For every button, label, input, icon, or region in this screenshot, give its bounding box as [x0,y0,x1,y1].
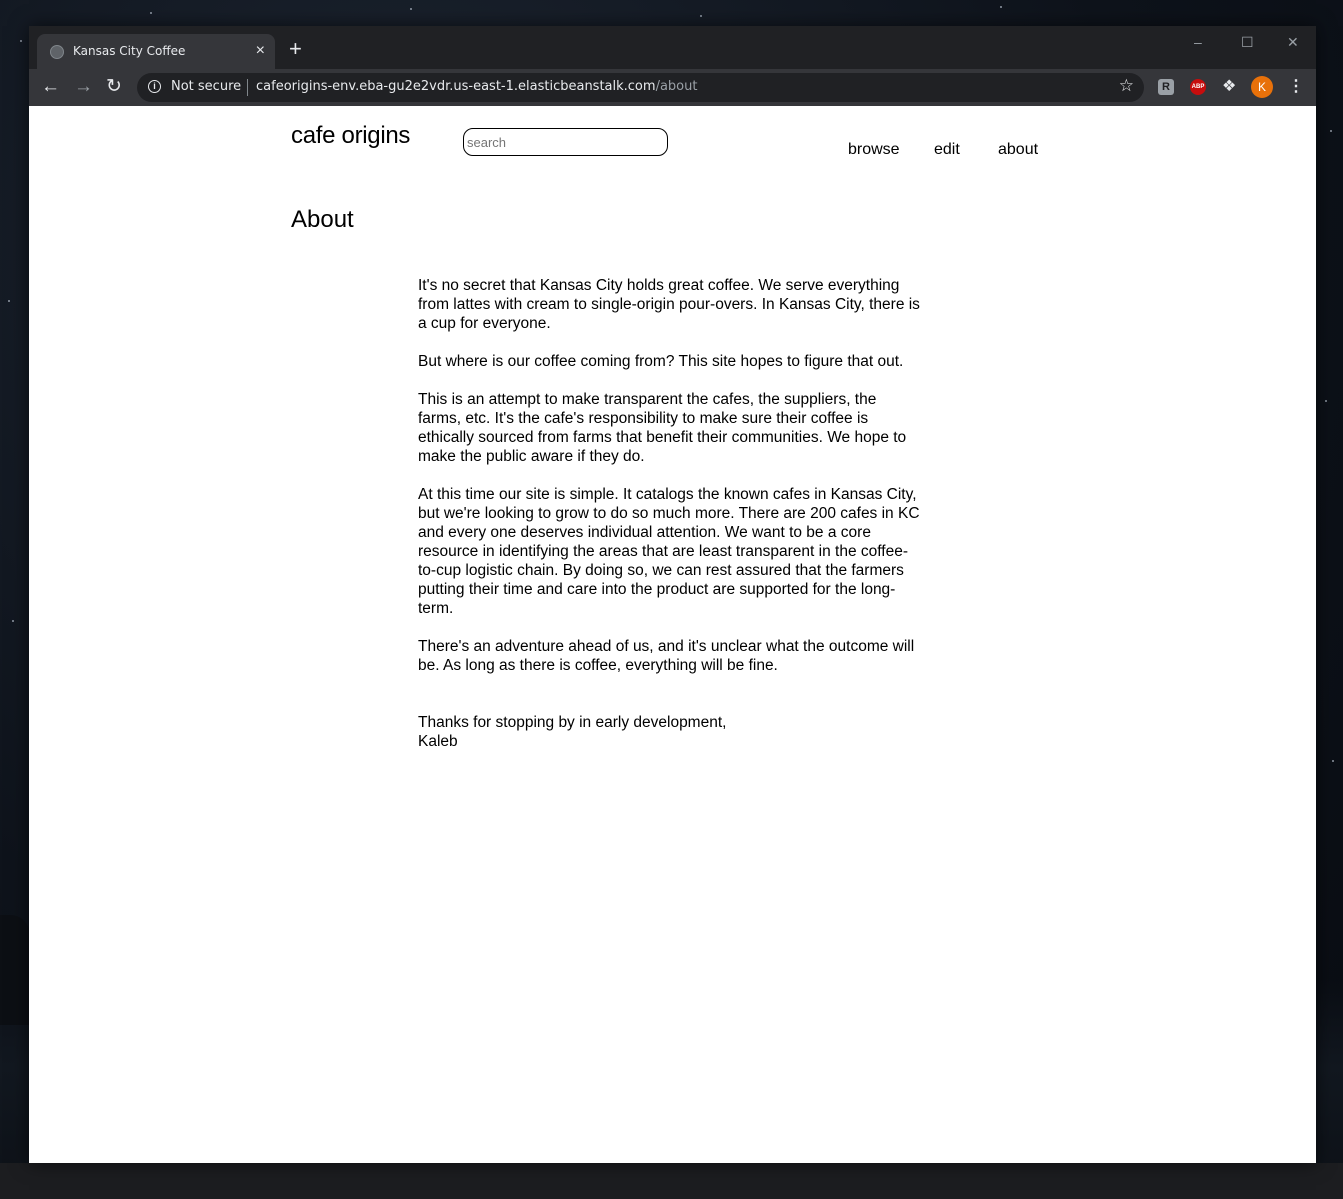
extensions-puzzle-icon[interactable]: ❖ [1222,79,1238,95]
signoff-author: Kaleb [418,733,458,750]
back-arrow-icon[interactable]: ← [41,76,60,98]
taskbar [0,1163,1343,1199]
bookmark-star-icon[interactable]: ☆ [1119,76,1134,96]
about-paragraph: At this time our site is simple. It cata… [418,486,920,617]
minimize-icon[interactable]: – [1194,34,1202,50]
about-content: It's no secret that Kansas City holds gr… [418,276,923,751]
adblock-icon[interactable]: ABP [1190,79,1206,95]
extension-r-icon[interactable]: R [1158,79,1174,95]
url-host: cafeorigins-env.eba-gu2e2vdr.us-east-1.e… [256,79,656,94]
reload-icon[interactable]: ↻ [106,76,122,98]
about-paragraph: It's no secret that Kansas City holds gr… [418,277,920,332]
page-title: About [291,206,354,233]
site-brand[interactable]: cafe origins [291,122,410,150]
nav-edit-link[interactable]: edit [934,141,960,159]
close-tab-icon[interactable]: × [256,42,265,60]
tab-title: Kansas City Coffee [73,44,186,58]
nav-about-link[interactable]: about [998,141,1038,159]
browser-toolbar: ← → ↻ i Not secure cafeorigins-env.eba-g… [29,69,1316,106]
about-paragraph: But where is our coffee coming from? Thi… [418,353,904,370]
maximize-icon[interactable]: ☐ [1241,34,1254,51]
security-label[interactable]: Not secure [171,79,241,94]
web-page: cafe origins browse edit about About It'… [29,106,1316,1163]
url-path: /about [655,79,698,94]
menu-dots-icon[interactable]: ⋮ [1288,77,1304,97]
about-paragraph: This is an attempt to make transparent t… [418,391,907,465]
signoff-message: Thanks for stopping by in early developm… [418,714,727,731]
new-tab-button[interactable]: + [289,38,302,60]
globe-icon [50,45,64,59]
info-icon[interactable]: i [148,80,161,93]
nav-browse-link[interactable]: browse [848,141,900,159]
forward-arrow-icon[interactable]: → [74,76,93,98]
address-separator [247,79,248,96]
signoff: Thanks for stopping by in early developm… [418,713,923,751]
browser-window: Kansas City Coffee × + – ☐ ✕ ← → ↻ i Not… [29,26,1316,1163]
about-paragraph: There's an adventure ahead of us, and it… [418,638,915,674]
search-input[interactable] [463,128,668,156]
tab-strip: Kansas City Coffee × + – ☐ ✕ [29,26,1316,69]
address-bar[interactable]: i Not secure cafeorigins-env.eba-gu2e2vd… [137,73,1144,102]
url-text[interactable]: cafeorigins-env.eba-gu2e2vdr.us-east-1.e… [256,79,697,94]
browser-tab[interactable]: Kansas City Coffee × [37,34,275,69]
close-window-icon[interactable]: ✕ [1287,34,1299,51]
profile-avatar[interactable]: K [1251,76,1273,98]
